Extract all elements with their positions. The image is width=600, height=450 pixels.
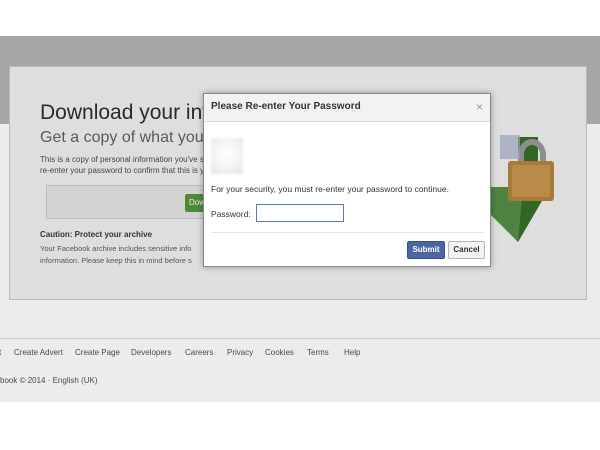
dialog-divider — [211, 232, 483, 233]
footer-divider — [0, 338, 600, 339]
footer-link-cookies[interactable]: Cookies — [265, 348, 294, 357]
footer-link-terms[interactable]: Terms — [307, 348, 329, 357]
footer-link-create-page[interactable]: Create Page — [75, 348, 120, 357]
dialog-header: Please Re-enter Your Password × — [204, 94, 490, 122]
reenter-password-dialog: Please Re-enter Your Password × For your… — [203, 93, 491, 267]
description-line: re-enter your password to confirm that t… — [40, 166, 205, 175]
avatar — [211, 138, 243, 174]
footer-copyright: book © 2014 · English (UK) — [0, 376, 98, 385]
footer-link-developers[interactable]: Developers — [131, 348, 171, 357]
archive-lock-illustration — [488, 135, 554, 242]
close-icon[interactable]: × — [476, 100, 483, 114]
footer-link-careers[interactable]: Careers — [185, 348, 213, 357]
footer-links: t Create Advert Create Page Developers C… — [0, 348, 600, 368]
download-action-box: Dow — [46, 185, 225, 219]
caution-text: information. Please keep this in mind be… — [40, 256, 192, 265]
password-label: Password: — [211, 209, 251, 219]
password-input[interactable] — [256, 204, 344, 222]
submit-button[interactable]: Submit — [407, 241, 445, 259]
footer-link-privacy[interactable]: Privacy — [227, 348, 253, 357]
dialog-title: Please Re-enter Your Password — [211, 101, 361, 112]
caution-text: Your Facebook archive includes sensitive… — [40, 244, 192, 253]
caution-title: Caution: Protect your archive — [40, 230, 153, 239]
description-line: This is a copy of personal information y… — [40, 155, 204, 164]
footer-link[interactable]: t — [0, 348, 1, 357]
cancel-button[interactable]: Cancel — [448, 241, 485, 259]
footer-link-create-advert[interactable]: Create Advert — [14, 348, 63, 357]
security-message: For your security, you must re-enter you… — [211, 184, 449, 194]
footer-link-help[interactable]: Help — [344, 348, 360, 357]
